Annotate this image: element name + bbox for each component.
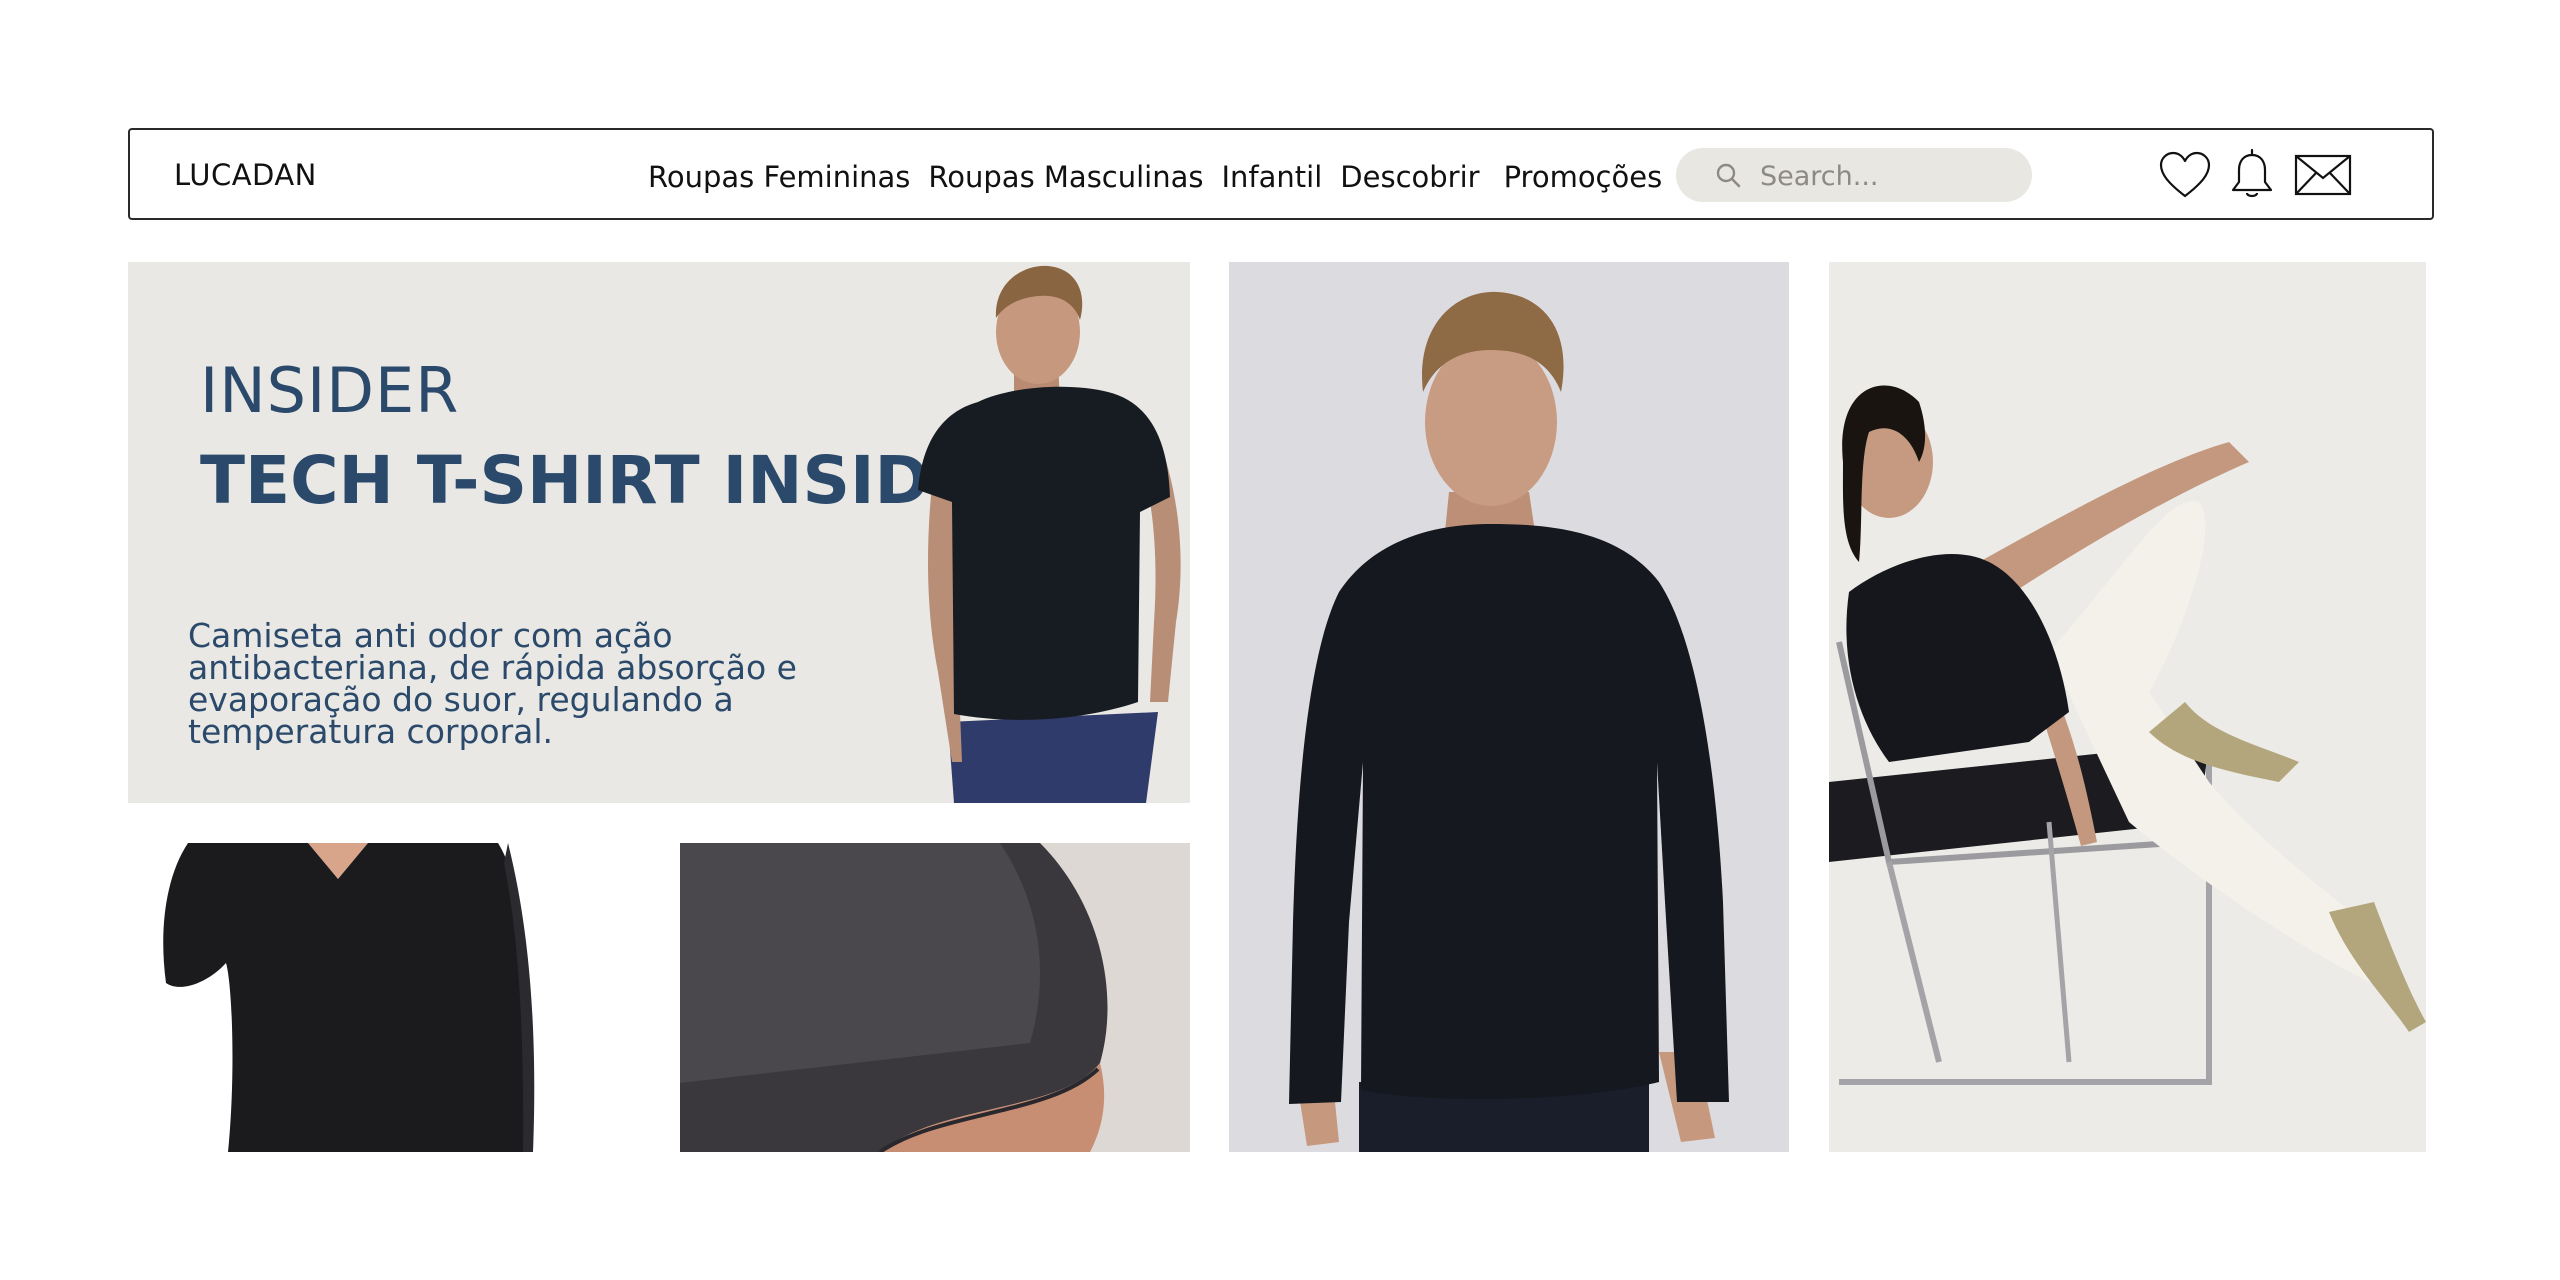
product-image-sleeve-detail[interactable] [680,843,1190,1152]
top-navbar: LUCADAN Roupas Femininas Roupas Masculin… [128,128,2434,220]
search-icon[interactable] [1714,161,1742,189]
menu-item-promocoes[interactable]: Promoções [1504,160,1663,194]
women-chair-illustration [1829,262,2426,1152]
product-image-women-vneck[interactable] [128,843,640,1152]
page: LUCADAN Roupas Femininas Roupas Masculin… [0,0,2560,1280]
menu-item-roupas-masculinas[interactable]: Roupas Masculinas [928,160,1203,194]
hero-banner[interactable]: INSIDER TECH T-SHIRT INSIDER Camiseta an… [128,262,1190,803]
brand-logo[interactable]: LUCADAN [174,158,317,192]
sleeve-illustration [680,843,1190,1152]
men-long-sleeve-illustration [1229,262,1789,1152]
hero-kicker: INSIDER [200,354,460,427]
women-vneck-illustration [128,843,640,1152]
menu-item-infantil[interactable]: Infantil [1222,160,1323,194]
heart-icon[interactable] [2158,150,2212,200]
search-bar[interactable] [1676,148,2032,202]
menu-item-roupas-femininas[interactable]: Roupas Femininas [648,160,910,194]
hero-description: Camiseta anti odor com ação antibacteria… [188,616,797,751]
hero-title: TECH T-SHIRT INSIDER [200,442,1026,519]
main-menu: Roupas Femininas Roupas Masculinas Infan… [648,160,1662,194]
hero-model-image [918,265,1181,803]
menu-item-descobrir[interactable]: Descobrir [1340,160,1479,194]
bell-icon[interactable] [2230,148,2274,200]
product-image-men-long-sleeve[interactable] [1229,262,1789,1152]
product-image-women-chair[interactable] [1829,262,2426,1152]
mail-icon[interactable] [2294,154,2352,196]
search-input[interactable] [1758,154,2012,198]
